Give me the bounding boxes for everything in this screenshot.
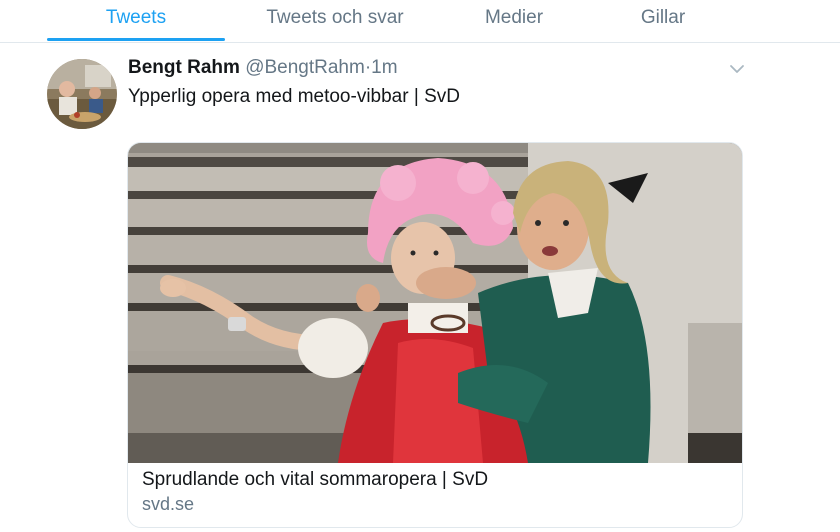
tab-media[interactable]: Medier (450, 0, 578, 42)
link-card[interactable]: Sprudlande och vital sommaropera | SvD s… (127, 142, 743, 528)
card-image (128, 143, 742, 463)
tweet-timestamp[interactable]: 1m (371, 57, 397, 78)
profile-tabs: Tweets Tweets och svar Medier Gillar (0, 0, 840, 43)
tweet[interactable]: Bengt Rahm @BengtRahm·1m Ypperlig opera … (0, 43, 840, 532)
chevron-down-icon[interactable] (727, 59, 747, 79)
tab-tweets-and-replies[interactable]: Tweets och svar (240, 0, 430, 42)
tweet-header: Bengt Rahm @BengtRahm·1m (128, 57, 398, 81)
author-name[interactable]: Bengt Rahm (128, 57, 240, 78)
avatar[interactable] (47, 59, 117, 129)
tab-likes[interactable]: Gillar (600, 0, 726, 42)
tweet-text: Ypperlig opera med metoo-vibbar | SvD (128, 86, 460, 107)
card-domain: svd.se (142, 494, 195, 514)
author-handle[interactable]: @BengtRahm (245, 57, 365, 78)
tab-tweets[interactable]: Tweets (47, 0, 225, 42)
card-title: Sprudlande och vital sommaropera | SvD (142, 469, 489, 490)
avatar-photo (47, 59, 117, 129)
active-tab-indicator (47, 38, 225, 41)
